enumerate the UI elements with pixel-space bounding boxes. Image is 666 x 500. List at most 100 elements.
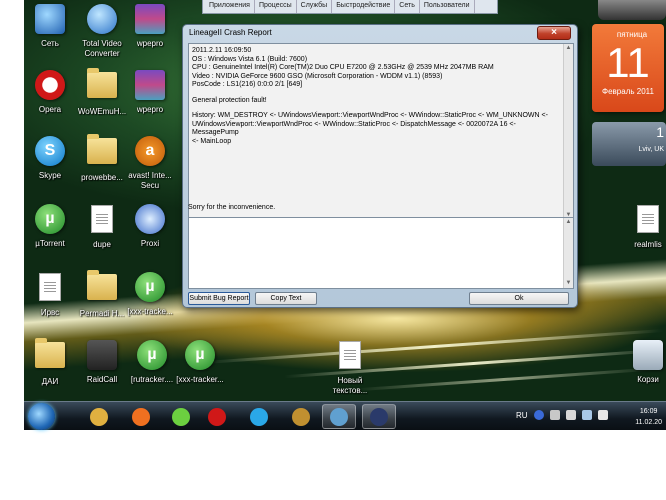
weather-gadget[interactable]: 1 Lviv, UK — [592, 122, 666, 166]
desktop-icon-avast[interactable]: a avast! Inte... Secu — [120, 134, 180, 191]
tab-3[interactable]: Быстродействие — [332, 0, 396, 13]
start-button[interactable] — [28, 403, 55, 430]
desktop-icon-label: avast! Inte... Secu — [128, 171, 172, 190]
taskbar-task-manager-button[interactable] — [322, 404, 356, 429]
clock-gadget[interactable] — [598, 0, 666, 20]
calendar-day: 11 — [606, 39, 650, 86]
skype-icon: S — [33, 136, 67, 170]
utorrent-icon: µ — [135, 340, 169, 374]
task-manager-icon — [330, 407, 348, 426]
icq-icon — [172, 407, 190, 426]
doc-icon — [85, 205, 119, 239]
report-line — [192, 105, 559, 112]
media-player-icon — [132, 407, 150, 426]
desktop-icon-label: Корзи — [637, 375, 659, 384]
desktop-icon-winrar[interactable]: wpepro — [120, 2, 180, 49]
skype-icon — [250, 407, 268, 426]
taskbar-lineage-button[interactable] — [362, 404, 396, 429]
explorer-icon — [90, 407, 108, 426]
system-tray: RU 16:09 11.02.20 — [506, 402, 666, 431]
flag-icon[interactable] — [566, 410, 576, 420]
tab-0[interactable]: Приложения — [205, 0, 255, 13]
doc-icon — [333, 341, 367, 375]
desktop-icon-doc[interactable]: realmlis — [618, 202, 666, 250]
network-icon[interactable] — [582, 410, 592, 420]
clock-date: 11.02.20 — [635, 419, 662, 426]
apology-text: Sorry for the inconvenience. — [188, 204, 276, 211]
scroll-up-icon[interactable]: ▲ — [564, 44, 573, 53]
opera-icon — [33, 70, 67, 104]
report-line: PosCode : LS1(216) 0:0:0 2/1 [649] — [192, 81, 303, 88]
tab-5[interactable]: Пользователи — [420, 0, 475, 13]
crash-report-dialog[interactable]: LineageII Crash Report × 2011.2.11 16:09… — [182, 24, 578, 308]
desktop-icon-label: wpepro — [136, 105, 164, 114]
taskbar-explorer-button[interactable] — [82, 404, 116, 429]
taskbar: RU 16:09 11.02.20 — [24, 401, 666, 430]
desktop-icon-utorrent[interactable]: µ [xxx-tracke... — [120, 270, 180, 317]
help-icon[interactable] — [534, 410, 544, 420]
desktop[interactable]: Приложения Процессы Службы Быстродействие Се… — [24, 0, 666, 430]
desktop-icon-recycle[interactable]: Корзи — [618, 338, 666, 385]
raidcall-icon — [85, 340, 119, 374]
report-line: <- MainLoop — [192, 137, 232, 145]
scroll-down-icon[interactable]: ▼ — [564, 279, 573, 288]
taskbar-icq-button[interactable] — [164, 404, 198, 429]
folder-icon — [33, 338, 67, 376]
weather-city: Lviv, UK — [638, 146, 664, 153]
language-indicator[interactable]: RU — [516, 411, 528, 420]
close-button[interactable]: × — [537, 26, 571, 40]
desktop-icon-utorrent[interactable]: µ [xxx-tracker... — [170, 338, 230, 385]
desktop-icon-winrar[interactable]: wpepro — [120, 68, 180, 115]
net-icon — [33, 4, 67, 38]
tvc-icon — [85, 4, 119, 38]
taskbar-opera-button[interactable] — [200, 404, 234, 429]
desktop-icon-label: wpepro — [136, 39, 164, 48]
report-line: CPU : GenuineIntel Intel(R) Core(TM)2 Du… — [192, 64, 494, 71]
calendar-weekday: пятница — [616, 30, 648, 39]
desktop-icon-label: Новый текстов... — [332, 376, 368, 395]
desktop-icon-doc[interactable]: Новый текстов... — [320, 338, 380, 396]
volume-icon[interactable] — [598, 410, 608, 420]
submit-bug-report-button[interactable]: Submit Bug Report — [188, 292, 250, 305]
desktop-icon-label: Proxi — [140, 239, 160, 248]
doc-icon — [631, 205, 665, 239]
tab-1[interactable]: Процессы — [255, 0, 297, 13]
warcraft-icon — [292, 407, 310, 426]
folder-icon — [85, 270, 119, 308]
clock[interactable]: 16:09 11.02.20 — [635, 406, 662, 428]
tab-2[interactable]: Службы — [297, 0, 333, 13]
doc-icon — [33, 273, 67, 307]
utorrent-icon: µ — [133, 272, 167, 306]
ok-button[interactable]: Ok — [469, 292, 569, 305]
settings-icon[interactable] — [550, 410, 560, 420]
folder-icon — [85, 68, 119, 106]
taskbar-skype-button[interactable] — [242, 404, 276, 429]
desktop-icon-label: [xxx-tracke... — [127, 307, 173, 316]
desktop-icon-label: realmlis — [634, 240, 662, 249]
opera-icon — [208, 407, 226, 426]
lineage-icon — [370, 407, 388, 426]
taskbar-warcraft-button[interactable] — [284, 404, 318, 429]
weather-temp: 1 — [656, 124, 664, 140]
tab-4[interactable]: Сеть — [395, 0, 420, 13]
report-line: UWindowsViewport::ViewportWndProc <- WWi… — [192, 120, 516, 137]
report-line: History: WM_DESTROY <- UWindowsViewport:… — [192, 112, 548, 119]
winrar-icon — [133, 4, 167, 38]
desktop-icon-proxi[interactable]: Proxi — [120, 202, 180, 249]
comment-textarea[interactable]: ▲ ▼ — [188, 217, 574, 289]
task-manager-window[interactable]: Приложения Процессы Службы Быстродействие Се… — [202, 0, 498, 14]
utorrent-icon: µ — [33, 204, 67, 238]
crash-report-text[interactable]: 2011.2.11 16:09:50 OS : Windows Vista 6.1… — [188, 43, 574, 221]
calendar-gadget[interactable]: пятница 11 Февраль 2011 — [592, 24, 664, 112]
report-scrollbar[interactable]: ▲ ▼ — [563, 44, 573, 220]
report-line: General protection fault! — [192, 96, 267, 104]
calendar-month: Февраль 2011 — [602, 87, 654, 96]
recycle-icon — [631, 340, 665, 374]
desktop-icon-label: [xxx-tracker... — [176, 375, 224, 384]
report-line: Video : NVIDIA GeForce 9600 GSO (Microso… — [192, 72, 443, 80]
copy-text-button[interactable]: Copy Text — [255, 292, 317, 305]
comment-scrollbar[interactable]: ▲ ▼ — [563, 218, 573, 288]
taskbar-media-player-button[interactable] — [124, 404, 158, 429]
winrar-icon — [133, 70, 167, 104]
scroll-up-icon[interactable]: ▲ — [564, 218, 573, 227]
